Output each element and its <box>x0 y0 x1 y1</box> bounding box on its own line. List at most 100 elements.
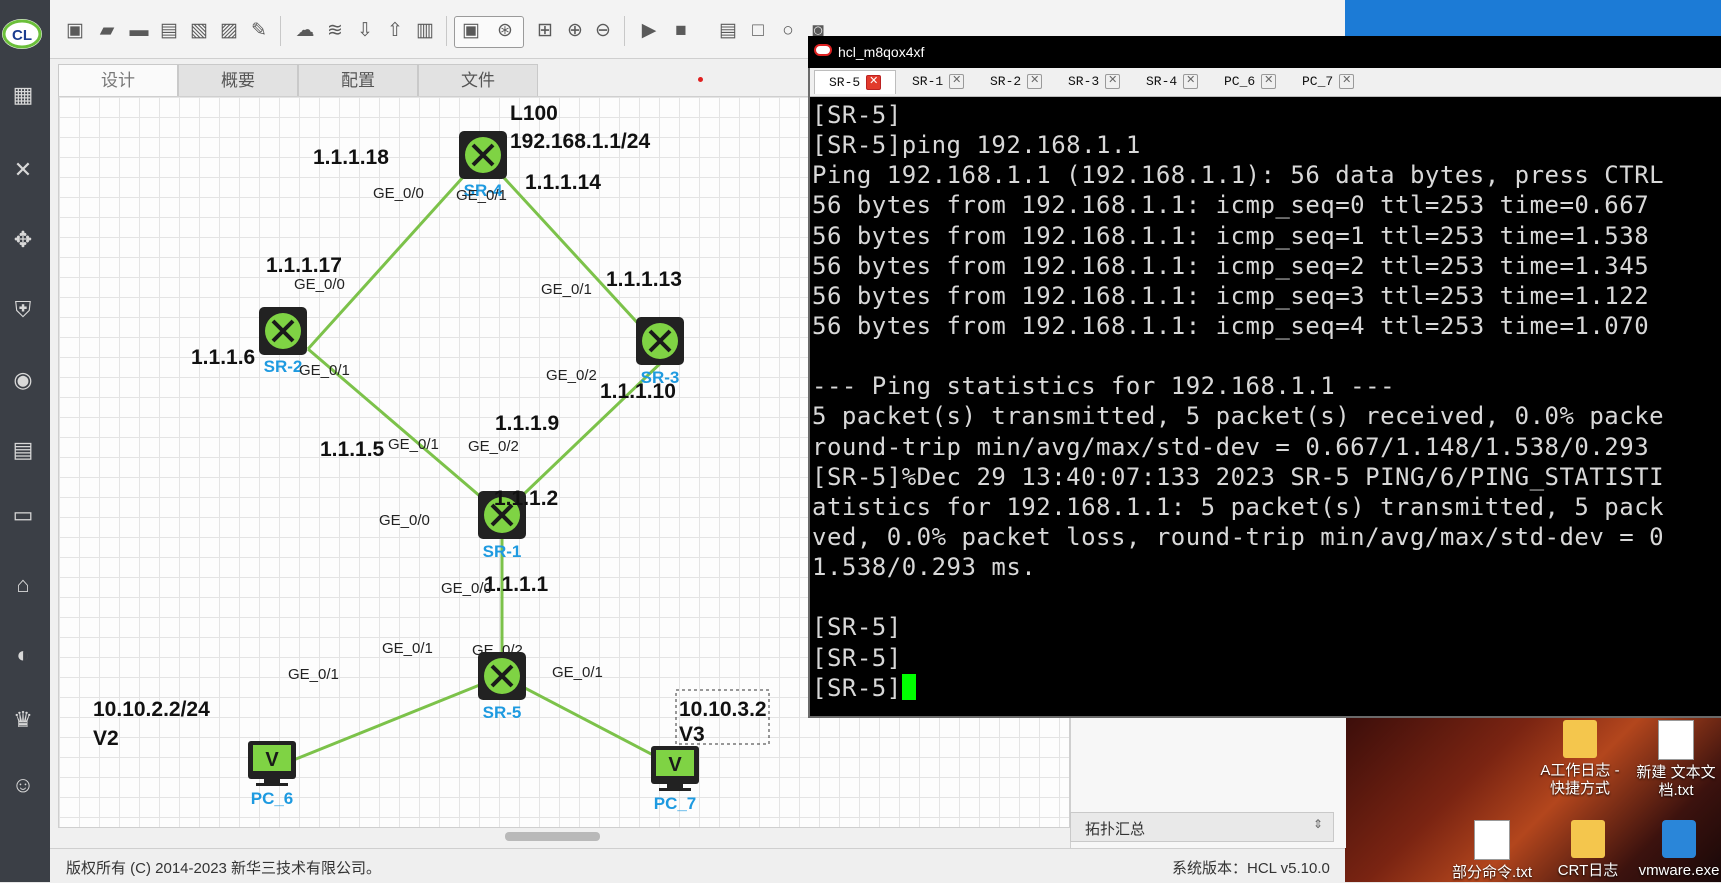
terminal-prompt: [SR-5] <box>812 673 902 702</box>
desktop-icon-label: vmware.exe <box>1638 862 1720 879</box>
copyright-text: 版权所有 (C) 2014-2023 新华三技术有限公司。 <box>66 860 382 877</box>
port-label: GE_0/1 <box>456 187 507 204</box>
version-text: 系统版本：HCL v5.10.0 <box>1172 860 1330 877</box>
tab-config[interactable]: 配置 <box>298 64 418 98</box>
close-icon[interactable]: ✕ <box>866 75 882 91</box>
save-icon[interactable]: ▤ <box>156 18 182 44</box>
terminal-line: [SR-5] <box>812 643 902 672</box>
desktop-icon-label: A工作日志 - 快捷方式 <box>1540 762 1620 797</box>
router-category-icon[interactable]: ▦ <box>8 80 38 110</box>
port-label: GE_0/0 <box>294 276 345 293</box>
terminal-line: --- Ping statistics for 192.168.1.1 --- <box>812 372 1396 401</box>
pc-7[interactable]: V <box>651 746 699 791</box>
switch-category-icon[interactable]: ✕ <box>8 155 38 185</box>
desktop-icon-new-text[interactable]: 新建 文本文档.txt <box>1634 720 1718 800</box>
device-label-sr1: SR-1 <box>483 542 522 561</box>
rectangle-tool-icon[interactable]: □ <box>745 18 771 44</box>
user-category-icon[interactable]: ☺ <box>8 770 38 800</box>
tab-pc7[interactable]: PC_7 ✕ <box>1288 70 1366 94</box>
close-icon[interactable]: ✕ <box>1261 74 1277 90</box>
desktop-icon-work-log[interactable]: A工作日志 - 快捷方式 <box>1538 720 1622 798</box>
layers-icon[interactable]: ≋ <box>322 18 348 44</box>
close-icon[interactable]: ✕ <box>1183 74 1199 90</box>
router-sr2[interactable] <box>259 307 307 355</box>
desktop-icon-crt-log[interactable]: CRT日志 <box>1546 820 1630 880</box>
terminal-line: Ping 192.168.1.1 (192.168.1.1): 56 data … <box>812 161 1665 190</box>
terminal-line: ved, 0.0% packet loss, round-trip min/av… <box>812 522 1665 551</box>
open-project-icon[interactable]: ▰ <box>94 18 120 44</box>
annotation-ip: 1.1.1.14 <box>525 171 601 194</box>
terminal-line: 56 bytes from 192.168.1.1: icmp_seq=1 tt… <box>812 221 1650 250</box>
close-icon[interactable]: ✕ <box>949 74 965 90</box>
cloud-category-icon[interactable]: ◐ <box>8 640 38 670</box>
port-label: GE_0/0 <box>379 512 430 529</box>
tab-pc6[interactable]: PC_6 ✕ <box>1210 70 1288 94</box>
ellipse-tool-icon[interactable]: ○ <box>775 18 801 44</box>
save-as-icon[interactable]: ▧ <box>186 18 212 44</box>
upload-icon[interactable]: ⇧ <box>382 18 408 44</box>
tab-files[interactable]: 文件 <box>418 64 538 98</box>
tab-sr5[interactable]: SR-5 ✕ <box>814 70 896 94</box>
close-icon[interactable]: ✕ <box>1027 74 1043 90</box>
server-category-icon[interactable]: ▤ <box>8 435 38 465</box>
terminal-cursor <box>901 673 916 700</box>
stop-all-icon[interactable]: ■ <box>668 18 694 44</box>
port-label: GE_0/0 <box>441 580 492 597</box>
expand-icon[interactable]: ⇕ <box>1313 817 1323 831</box>
tab-label: SR-5 <box>829 75 861 90</box>
download-icon[interactable]: ⇩ <box>352 18 378 44</box>
port-label: GE_0/2 <box>546 367 597 384</box>
close-icon[interactable]: ✕ <box>1339 74 1355 90</box>
tab-sr4[interactable]: SR-4 ✕ <box>1132 70 1210 94</box>
zoom-out-icon[interactable]: ⊖ <box>590 18 616 44</box>
device-view-icon[interactable]: ▣ <box>458 18 484 44</box>
tab-sr1[interactable]: SR-1 ✕ <box>898 70 976 94</box>
start-all-icon[interactable]: ▶ <box>636 18 662 44</box>
edit-icon[interactable]: ✎ <box>246 18 272 44</box>
folder-shortcut-icon <box>1563 720 1597 758</box>
wireless-category-icon[interactable]: ◉ <box>8 365 38 395</box>
terminal-output[interactable]: [SR-5] [SR-5]ping 192.168.1.1 Ping 192.1… <box>812 100 1721 710</box>
cloud-upload-icon[interactable]: ☁ <box>292 18 318 44</box>
router-sr5[interactable] <box>478 652 526 700</box>
firewall-category-icon[interactable]: ⛨ <box>8 295 38 325</box>
home-category-icon[interactable]: ⌂ <box>8 570 38 600</box>
open-folder-icon[interactable]: ▬ <box>126 18 152 44</box>
horizontal-scrollbar[interactable] <box>505 832 600 841</box>
terminal-title: hcl_m8qox4xf <box>838 44 925 60</box>
zoom-in-icon[interactable]: ⊕ <box>562 18 588 44</box>
terminal-title-bar[interactable]: hcl_m8qox4xf <box>808 36 1721 68</box>
tab-sr2[interactable]: SR-2 ✕ <box>976 70 1054 94</box>
svg-text:V: V <box>265 749 279 771</box>
annotation-ip: 1.1.1.6 <box>191 346 255 369</box>
router-sr3[interactable] <box>636 317 684 365</box>
pc-6[interactable]: V <box>248 741 296 786</box>
topology-summary-bar[interactable]: 拓扑汇总 ⇕ <box>1070 812 1334 842</box>
annotation-ip: 1.1.1.2 <box>494 487 558 510</box>
notes-icon[interactable]: ▥ <box>412 18 438 44</box>
topology-view-icon[interactable]: ⊛ <box>492 18 518 44</box>
award-category-icon[interactable]: ♛ <box>8 705 38 735</box>
export-icon[interactable]: ▨ <box>216 18 242 44</box>
text-file-icon <box>1658 720 1694 760</box>
tab-sr3[interactable]: SR-3 ✕ <box>1054 70 1132 94</box>
new-project-icon[interactable]: ▣ <box>62 18 88 44</box>
canvas-tab-bar: 设计 概要 配置 文件 <box>58 64 778 98</box>
link-sr5-pc6[interactable] <box>285 674 503 765</box>
tab-design[interactable]: 设计 <box>58 64 178 98</box>
tab-overview[interactable]: 概要 <box>178 64 298 98</box>
terminal-category-icon[interactable]: ▭ <box>8 500 38 530</box>
router-sr4[interactable] <box>459 131 507 179</box>
grid-icon[interactable]: ⊞ <box>532 18 558 44</box>
desktop-icon-commands[interactable]: 部分命令.txt <box>1450 820 1534 882</box>
text-annotation-icon[interactable]: ▤ <box>715 18 741 44</box>
terminal-line: 56 bytes from 192.168.1.1: icmp_seq=3 tt… <box>812 281 1650 310</box>
terminal-line: atistics for 192.168.1.1: 5 packet(s) tr… <box>812 492 1665 521</box>
close-icon[interactable]: ✕ <box>1105 74 1121 90</box>
port-label: GE_0/2 <box>472 642 523 659</box>
topology-summary-title: 拓扑汇总 <box>1085 821 1146 838</box>
desktop-icon-vmware[interactable]: vmware.exe <box>1637 820 1721 880</box>
hub-category-icon[interactable]: ✥ <box>8 225 38 255</box>
port-label: GE_0/1 <box>299 362 350 379</box>
logo-text: CL <box>12 27 32 44</box>
